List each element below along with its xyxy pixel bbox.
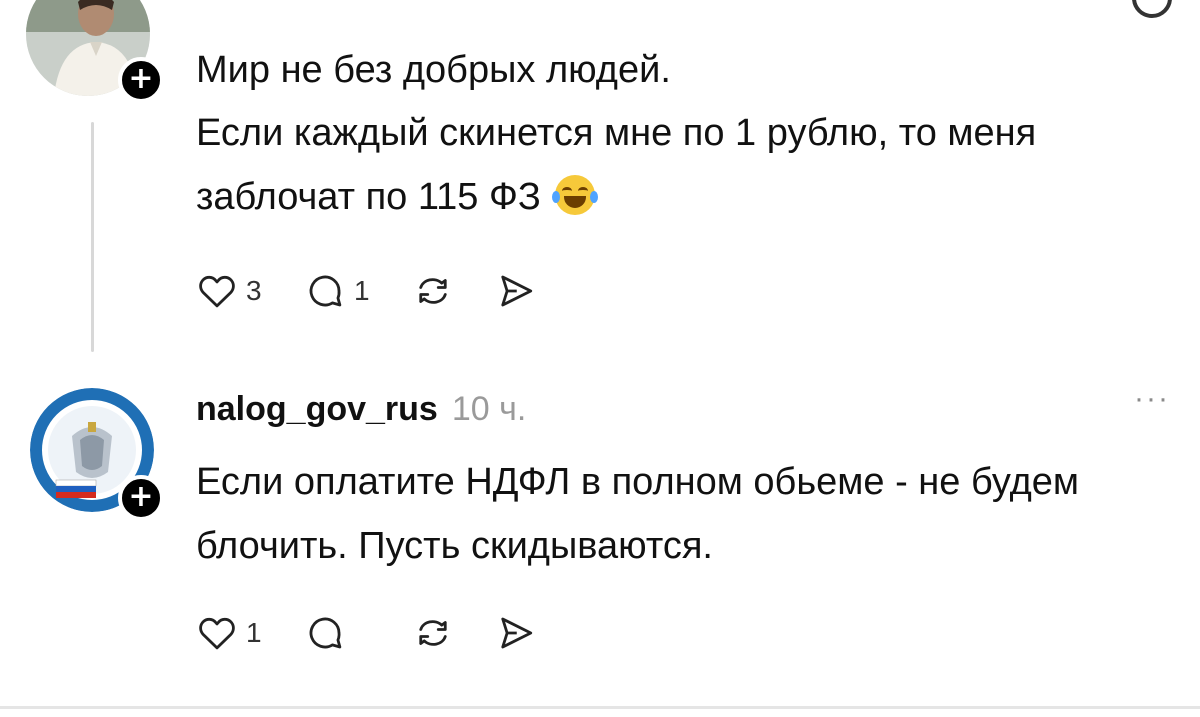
- heart-icon: [199, 275, 235, 308]
- reply-button[interactable]: 1: [304, 270, 372, 312]
- repost-icon: [419, 278, 447, 304]
- username[interactable]: nalog_gov_rus: [196, 390, 438, 429]
- thread-post: + Мир не без добрых людей. Если каждый с…: [0, 0, 1200, 360]
- post-text: Если оплатите НДФЛ в полном обьеме - не …: [196, 461, 1080, 567]
- follow-plus-button[interactable]: +: [118, 57, 164, 103]
- follow-plus-button[interactable]: +: [118, 475, 164, 521]
- like-count: 1: [246, 617, 262, 648]
- heart-icon: [199, 617, 235, 650]
- thread-post: + nalog_gov_rus 10 ч. ··· Если оплатите …: [0, 370, 1200, 700]
- post-text: Если каждый скинется мне по 1 рублю, то …: [196, 112, 1037, 218]
- comment-icon: [309, 275, 342, 307]
- reply-button[interactable]: [304, 612, 372, 654]
- timestamp: 10 ч.: [451, 390, 527, 428]
- share-button[interactable]: [494, 270, 536, 312]
- comment-icon: [309, 617, 342, 649]
- repost-button[interactable]: [412, 270, 454, 312]
- post-text-line: Мир не без добрых людей.: [196, 49, 671, 91]
- share-button[interactable]: [494, 612, 536, 654]
- laughing-tears-emoji-icon: [552, 175, 599, 215]
- reply-count: 1: [354, 275, 370, 306]
- more-options-icon[interactable]: [1132, 0, 1172, 18]
- repost-icon: [419, 620, 447, 646]
- post-actions: 3 1: [196, 270, 576, 312]
- post-header: nalog_gov_rus 10 ч.: [196, 390, 526, 429]
- like-count: 3: [246, 275, 262, 306]
- share-icon: [501, 275, 533, 307]
- like-button[interactable]: 3: [196, 270, 264, 312]
- like-button[interactable]: 1: [196, 612, 264, 654]
- post-actions: 1: [196, 612, 576, 654]
- more-options-icon[interactable]: ···: [1134, 382, 1170, 416]
- post-text-paragraph: Если каждый скинется мне по 1 рублю, то …: [196, 101, 1160, 229]
- repost-button[interactable]: [412, 612, 454, 654]
- divider: [0, 706, 1200, 709]
- share-icon: [501, 617, 533, 649]
